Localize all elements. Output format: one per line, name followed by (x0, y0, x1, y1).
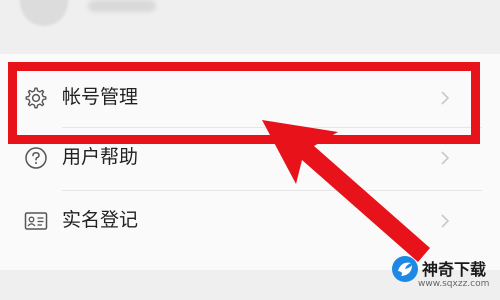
chevron-right-icon (440, 150, 450, 166)
id-card-icon (24, 209, 48, 233)
menu-item-label: 用户帮助 (62, 146, 139, 168)
chevron-right-icon (440, 213, 450, 229)
settings-menu: 帐号管理 用户帮助 实名登记 (0, 54, 500, 270)
menu-item-account-management[interactable]: 帐号管理 (0, 68, 500, 128)
watermark-title: 神奇下载 (422, 260, 487, 279)
watermark-logo-icon (392, 256, 418, 282)
question-circle-icon (24, 146, 48, 170)
menu-item-label: 实名登记 (62, 209, 139, 231)
gear-icon (24, 86, 48, 110)
username-blurred (88, 0, 156, 12)
profile-header (0, 0, 500, 44)
watermark-url: www.sqxzz.com (418, 279, 490, 289)
menu-item-real-name-registration[interactable]: 实名登记 (0, 191, 500, 251)
menu-item-label: 帐号管理 (62, 86, 139, 108)
watermark: 神奇下载 www.sqxzz.com (392, 252, 490, 294)
avatar[interactable] (20, 0, 68, 26)
chevron-right-icon (440, 90, 450, 106)
menu-item-user-help[interactable]: 用户帮助 (0, 128, 500, 188)
